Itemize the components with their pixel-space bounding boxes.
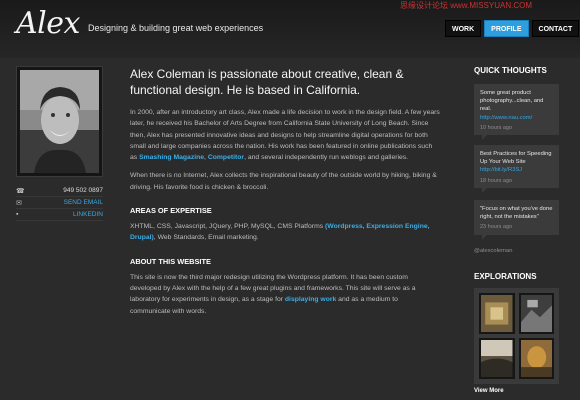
tweet-time: 18 hours ago [480,177,513,184]
tweet-text: Best Practices for Speeding Up Your Web … [480,151,552,166]
linkedin-icon: ▪ [16,211,19,218]
quick-thoughts-title: QUICK THOUGHTS [474,66,547,75]
nav-work[interactable]: WORK [445,20,482,37]
expertise-heading: AREAS OF EXPERTISE [130,206,212,216]
linkedin-link[interactable]: LINKEDIN [73,211,103,218]
tweet-time: 23 hours ago [480,224,513,231]
tweet-item: Some great product photography...clean, … [474,84,559,141]
linkedin-row[interactable]: ▪ LINKEDIN [16,209,103,221]
thumbnail-image [520,340,552,377]
tweet-text: "Focus on what you've done right, not th… [480,206,553,221]
phone-number: 949 502 0897 [63,187,103,194]
tweet-time: 10 hours ago [480,124,513,131]
about-paragraph: This site is now the third major redesig… [130,272,440,317]
exploration-thumbnail[interactable] [518,338,554,379]
explorations-title: EXPLORATIONS [474,272,537,281]
site-tagline: Designing & building great web experienc… [88,23,264,33]
view-more-link[interactable]: View More [474,388,504,394]
email-row[interactable]: ✉ SEND EMAIL [16,197,103,209]
bio-paragraph: In 2000, after an introductory art class… [130,107,440,163]
tweet-item: Best Practices for Speeding Up Your Web … [474,145,559,193]
nav-profile[interactable]: PROFILE [484,20,529,37]
exploration-thumbnail[interactable] [479,293,515,334]
thumbnail-image [520,295,552,332]
tweet-item: "Focus on what you've done right, not th… [474,200,559,240]
competitor-link[interactable]: Competitor [208,154,244,161]
thumbnail-image [481,295,513,332]
main-nav: WORK PROFILE CONTACT [445,20,580,37]
send-email-link[interactable]: SEND EMAIL [64,199,103,206]
tweet-link[interactable]: http://bit.ly/R3SJ [480,167,522,173]
tweet-text: Some great product photography...clean, … [480,90,544,113]
displaying-work-link[interactable]: displaying work [285,296,336,303]
explorations-grid [474,288,559,384]
thumbnail-image [481,340,513,377]
profile-content: Alex Coleman is passionate about creativ… [130,66,440,324]
tweet-link[interactable]: http://www.nau.com/ [480,115,532,121]
watermark: 思缘设计论坛 www.MISSYUAN.COM [400,1,533,10]
twitter-handle[interactable]: @alexcoleman [474,248,512,254]
hobbies-paragraph: When there is no Internet, Alex collects… [130,172,437,191]
email-icon: ✉ [16,199,22,207]
expertise-paragraph: XHTML, CSS, Javascript, JQuery, PHP, MyS… [130,221,440,244]
nav-contact[interactable]: CONTACT [531,20,580,37]
smashing-magazine-link[interactable]: Smashing Magazine [139,154,204,161]
profile-photo [16,66,103,177]
portrait-image [20,70,99,173]
bio-end: , and several independently run weblogs … [244,154,409,162]
contact-info: ☎ 949 502 0897 ✉ SEND EMAIL ▪ LINKEDIN [16,185,103,221]
expertise-end: , Web Standards, Email marketing. [153,234,259,242]
site-header: Alex Designing & building great web expe… [0,0,580,58]
about-heading: ABOUT THIS WEBSITE [130,256,211,266]
phone-row: ☎ 949 502 0897 [16,185,103,197]
expertise-text: XHTML, CSS, Javascript, JQuery, PHP, MyS… [130,223,326,231]
phone-icon: ☎ [16,187,25,195]
exploration-thumbnail[interactable] [479,338,515,379]
profile-headline: Alex Coleman is passionate about creativ… [130,67,404,97]
site-logo[interactable]: Alex [16,6,80,41]
exploration-thumbnail[interactable] [518,293,554,334]
